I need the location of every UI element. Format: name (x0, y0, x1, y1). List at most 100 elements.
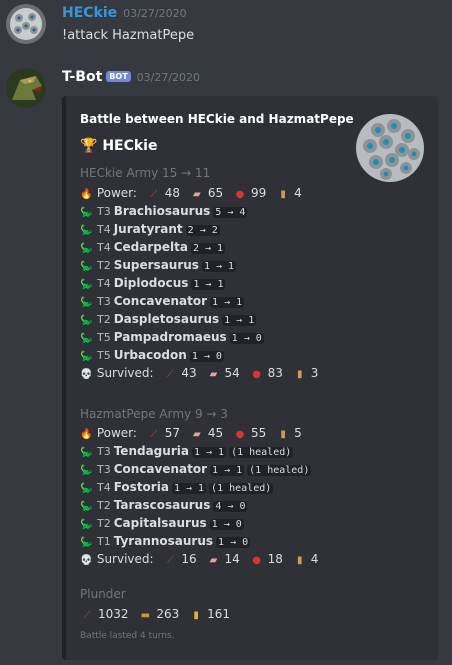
dinosaur-icon: 🦕 (80, 501, 93, 512)
message-header: HECkie 03/27/2020 (62, 5, 187, 21)
message-content: !attack HazmatPepe (62, 28, 195, 43)
tier: T4 (97, 241, 111, 254)
dino-name: Urbacodon (113, 348, 187, 362)
bone-icon: ▮ (296, 555, 303, 566)
dinosaur-icon: 🦕 (80, 519, 93, 530)
skull-icon: 💀 (80, 555, 93, 566)
avatar-tbot[interactable] (6, 68, 46, 108)
dino-name: Diplodocus (113, 276, 189, 290)
tier: T4 (97, 223, 111, 236)
dino-row: 🦕 T3 Tendaguria 1 → 1 (1 healed) (80, 443, 294, 460)
battle-embed: Battle between HECkie and HazmatPepe 🏆 H… (62, 96, 438, 660)
dino-name: Concavenator (113, 294, 208, 308)
healed-note: (1 healed) (247, 465, 312, 476)
stat-value: 4 (294, 186, 302, 200)
count-change: 1 → 0 (216, 537, 251, 548)
dino-row: 🦕 T3 Concavenator 1 → 1 (1 healed) (80, 461, 312, 478)
count-change: 1 → 1 (222, 315, 257, 326)
count-change: 1 → 1 (210, 465, 245, 476)
steak-icon: ▰ (209, 555, 218, 566)
tier: T4 (97, 277, 111, 290)
count-change: 1 → 0 (209, 519, 244, 530)
tier: T2 (97, 313, 111, 326)
tier: T2 (97, 259, 111, 272)
steak-icon: ▰ (193, 429, 201, 440)
survived-row: 💀 Survived: ⟋ 16 ▰ 14 ● 18 ▮ 4 (80, 551, 318, 568)
dinosaur-icon: 🦕 (80, 297, 93, 308)
embed-footer: Battle lasted 4 turns. (80, 631, 175, 641)
plunder-header: Plunder (80, 587, 126, 601)
army-header: HazmatPepe Army 9 → 3 (80, 407, 228, 421)
dinosaur-icon: 🦕 (80, 333, 93, 344)
tier: T5 (97, 331, 111, 344)
blood-icon: ● (252, 555, 261, 566)
count-change: 1 → 1 (191, 447, 227, 458)
tier: T3 (97, 463, 111, 476)
dino-name: Concavenator (113, 462, 208, 476)
stat-value: 45 (207, 426, 224, 440)
count-change: 4 → 0 (213, 501, 248, 512)
tier: T3 (97, 445, 111, 458)
dino-row: 🦕 T2 Tarascosaurus 4 → 0 (80, 497, 248, 514)
dinosaur-icon: 🦕 (80, 279, 93, 290)
embed-title: Battle between HECkie and HazmatPepe (80, 112, 354, 126)
stat-value: 5 (294, 426, 302, 440)
healed-note: (1 healed) (209, 483, 274, 494)
count-change: 1 → 1 (210, 297, 245, 308)
claw-icon: ⟋ (150, 189, 158, 200)
dino-row: 🦕 T2 Capitalsaurus 1 → 0 (80, 515, 244, 532)
dino-name: Tyrannosaurus (113, 534, 214, 548)
dino-row: 🦕 T2 Supersaurus 1 → 1 (80, 257, 237, 274)
dino-row: 🦕 T5 Urbacodon 1 → 0 (80, 347, 224, 364)
stat-value: 14 (224, 552, 240, 566)
dino-name: Fostoria (113, 480, 169, 494)
count-change: 2 → 2 (185, 225, 220, 236)
dino-name: Daspletosaurus (113, 312, 220, 326)
dino-name: Supersaurus (113, 258, 199, 272)
avatar-heckie[interactable] (6, 4, 46, 44)
plunder-value: 263 (156, 607, 180, 621)
count-change: 1 → 1 (171, 483, 207, 494)
claw-icon: ⟋ (83, 610, 91, 621)
dinosaur-icon: 🦕 (80, 261, 93, 272)
tier: T2 (97, 517, 111, 530)
steak-icon: ▰ (193, 189, 201, 200)
plunder-row: ⟋ 1032 ▬ 263 ▮ 161 (80, 606, 231, 623)
count-change: 5 → 4 (213, 207, 248, 218)
skull-icon: 💀 (80, 369, 93, 380)
count-change: 1 → 0 (229, 333, 264, 344)
timestamp: 03/27/2020 (123, 7, 187, 20)
dino-row: 🦕 T3 Brachiosaurus 5 → 4 (80, 203, 248, 220)
claw-icon: ⟋ (166, 369, 174, 380)
count-change: 2 → 1 (190, 243, 226, 254)
dino-name: Capitalsaurus (113, 516, 207, 530)
dinosaur-icon: 🦕 (80, 483, 93, 494)
dino-row: 🦕 T4 Fostoria 1 → 1 (1 healed) (80, 479, 274, 496)
winner-heading: 🏆 HECkie (80, 138, 157, 154)
power-row: 🔥 Power: ⟋ 57 ▰ 45 ● 55 ▮ 5 (80, 425, 302, 442)
dino-row: 🦕 T3 Concavenator 1 → 1 (80, 293, 245, 310)
dinosaur-icon: 🦕 (80, 537, 93, 548)
power-label: Power: (96, 186, 137, 200)
tier: T4 (97, 481, 111, 494)
plunder-value: 161 (207, 607, 231, 621)
message-header: T-Bot BOT 03/27/2020 (62, 69, 200, 85)
username[interactable]: HECkie (62, 5, 117, 21)
stat-value: 43 (181, 366, 197, 380)
wood-icon: ▬ (140, 610, 151, 621)
fire-icon: 🔥 (80, 189, 93, 200)
stat-value: 83 (267, 366, 283, 380)
embed-thumbnail[interactable] (350, 108, 430, 188)
survived-label: Survived: (96, 552, 154, 566)
power-row: 🔥 Power: ⟋ 48 ▰ 65 ● 99 ▮ 4 (80, 185, 302, 202)
username[interactable]: T-Bot (62, 69, 102, 85)
claw-icon: ⟋ (166, 555, 174, 566)
army-header: HECkie Army 15 → 11 (80, 166, 211, 180)
tier: T1 (97, 535, 111, 548)
dinosaur-icon: 🦕 (80, 315, 93, 326)
stat-value: 65 (207, 186, 224, 200)
dinosaur-icon: 🦕 (80, 351, 93, 362)
blood-icon: ● (235, 429, 245, 440)
plunder-value: 1032 (98, 607, 129, 621)
power-label: Power: (96, 426, 137, 440)
